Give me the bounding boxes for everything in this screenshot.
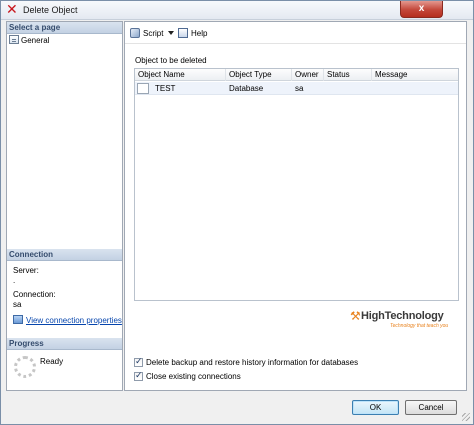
checkbox-checked-icon [134,356,143,367]
page-item-label: General [21,36,50,45]
cancel-button[interactable]: Cancel [405,400,457,415]
right-pane: Script Help Object to be deleted Object … [124,21,467,391]
grid-header: Object Name Object Type Owner Status Mes… [135,69,458,81]
view-connection-properties-link[interactable]: View connection properties [13,315,122,325]
objects-caption: Object to be deleted [135,56,207,65]
script-button[interactable]: Script [130,28,163,39]
progress-header: Progress [7,338,122,350]
brand-name: HighTechnology [361,310,444,322]
column-owner[interactable]: Owner [292,69,324,81]
script-label: Script [143,29,164,38]
column-message[interactable]: Message [372,69,458,81]
left-pane: Select a page General Connection Server:… [6,21,123,391]
delete-object-dialog: ✕ Delete Object x Select a page General … [0,0,474,425]
page-icon [9,35,19,44]
objects-grid[interactable]: Object Name Object Type Owner Status Mes… [134,68,459,301]
delete-icon: ✕ [6,1,18,17]
window-title: Delete Object [23,5,78,15]
progress-status: Ready [40,357,64,366]
table-row[interactable]: TEST Database sa [135,82,458,95]
select-page-header: Select a page [7,22,122,34]
toolbar: Script Help [125,22,466,44]
resize-grip-icon[interactable] [462,413,470,421]
cell-owner: sa [295,84,304,93]
help-icon [178,28,188,38]
connection-value: sa [13,300,22,309]
close-connections-checkbox[interactable]: Close existing connections [134,370,241,382]
title-bar: ✕ Delete Object x [1,1,473,20]
page-item-general[interactable]: General [9,35,49,46]
connection-properties-icon [13,315,23,324]
close-icon: x [418,3,425,14]
column-object-name[interactable]: Object Name [135,69,226,81]
script-dropdown-arrow-icon[interactable] [168,31,174,35]
brand-watermark: ⚒ HighTechnology Technology that teach y… [350,310,465,332]
view-connection-properties-label: View connection properties [26,316,122,325]
delete-backup-history-label: Delete backup and restore history inform… [146,358,359,367]
column-status[interactable]: Status [324,69,372,81]
cell-object-name: TEST [155,84,176,93]
server-label: Server: [13,266,39,275]
help-label: Help [191,29,208,38]
delete-backup-history-checkbox[interactable]: Delete backup and restore history inform… [134,356,359,368]
close-button[interactable]: x [400,1,443,18]
checkbox-checked-icon [134,370,143,381]
close-connections-label: Close existing connections [146,372,241,381]
connection-header: Connection [7,249,122,261]
progress-spinner-icon [14,356,36,378]
cell-object-type: Database [229,84,264,93]
column-object-type[interactable]: Object Type [226,69,292,81]
server-value: . [13,276,16,285]
connection-label: Connection: [13,290,56,299]
script-icon [130,28,140,38]
dialog-footer: OK Cancel [1,393,473,424]
ok-button[interactable]: OK [352,400,399,415]
row-selector[interactable] [137,83,149,94]
brand-logo-icon: ⚒ [350,309,361,323]
help-button[interactable]: Help [178,28,207,39]
cell-status [324,82,327,95]
cell-message [372,82,375,95]
brand-tagline: Technology that teach you [390,323,449,329]
